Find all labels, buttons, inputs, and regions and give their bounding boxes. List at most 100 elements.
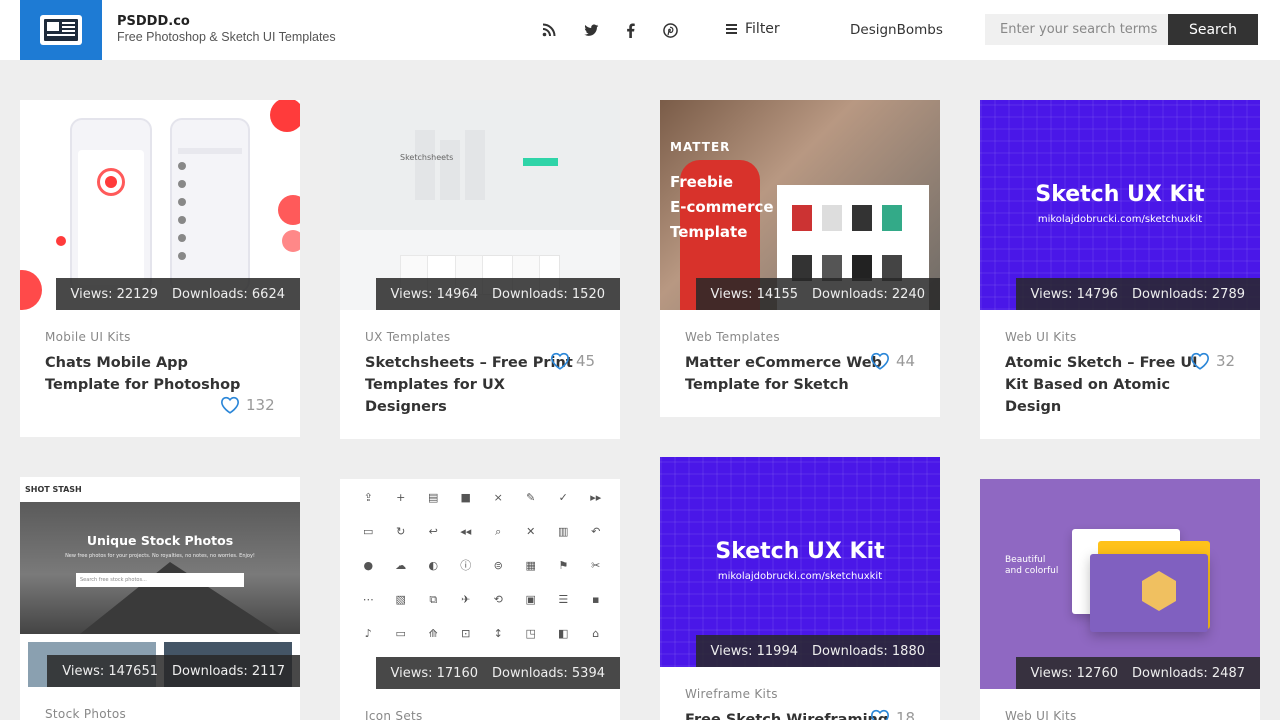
- card-thumbnail[interactable]: Sketchsheets Views: 14964 Downloads: 152…: [340, 100, 620, 310]
- card-stats: Views: 12760 Downloads: 2487: [1015, 657, 1260, 689]
- downloads-count: Downloads: 2789: [1132, 286, 1245, 302]
- card-title[interactable]: Sketchsheets – Free Print Templates for …: [365, 352, 573, 418]
- site-logo[interactable]: [20, 0, 102, 60]
- decorative-dot: [278, 195, 300, 225]
- card-category[interactable]: UX Templates: [365, 330, 450, 344]
- template-card[interactable]: Views: 22129 Downloads: 6624 Mobile UI K…: [20, 100, 300, 437]
- icon-sample: ◳: [525, 627, 536, 640]
- icon-sample: ⌂: [592, 627, 600, 640]
- card-stats: Views: 17160 Downloads: 5394: [375, 657, 620, 689]
- card-thumbnail[interactable]: Sketch UX Kit mikolajdobrucki.com/sketch…: [660, 457, 940, 667]
- card-title[interactable]: Atomic Sketch – Free UI Kit Based on Ato…: [1005, 352, 1198, 418]
- thumb-brand: SHOT STASH: [25, 485, 82, 494]
- card-title[interactable]: Chats Mobile App Template for Photoshop: [45, 352, 240, 396]
- views-count: Views: 14964: [390, 286, 479, 302]
- icon-sample: ■: [460, 491, 471, 504]
- thumb-heading: Sketchsheets: [400, 153, 454, 162]
- newspaper-icon: [40, 15, 82, 45]
- downloads-count: Downloads: 2487: [1132, 665, 1245, 681]
- icon-sample: ✈: [461, 593, 471, 606]
- card-thumbnail[interactable]: ⇪ + ▤ ■ × ✎ ✓ ▸▸ ▭ ↻ ↩ ◂◂ ⌕ ✕ ▥ ↶ ● ☁ ◐ ⓘ ⊜ ▦ ⚑ ✂ ⋯ ▧ ⧉ ✈ ⟲ ▣ ☰ ▪ ♪ ▭ ⟰ ⊡ ↕ ◳…: [340, 479, 620, 689]
- brand-title[interactable]: PSDDD.co: [117, 14, 190, 29]
- heart-icon: [1190, 352, 1210, 370]
- thumb-heading: Freebie E-commerce Template: [670, 173, 774, 241]
- downloads-count: Downloads: 6624: [172, 286, 285, 302]
- decorative-dot: [282, 230, 300, 252]
- views-count: Views: 22129: [70, 286, 159, 302]
- search-input[interactable]: [985, 14, 1168, 45]
- icon-sample: ⓘ: [460, 559, 472, 572]
- thumb-subtext: New free photos for your projects. No ro…: [65, 553, 255, 559]
- thumb-heading: Beautiful and colorful: [1005, 555, 1059, 576]
- facebook-icon[interactable]: [621, 21, 639, 39]
- card-thumbnail[interactable]: SHOT STASH Unique Stock Photos New free …: [20, 477, 300, 687]
- card-category[interactable]: Icon Sets: [365, 709, 423, 720]
- icon-sample: ×: [493, 491, 503, 504]
- menu-icon: [726, 24, 737, 34]
- card-title[interactable]: Matter eCommerce Web Template for Sketch: [685, 352, 882, 396]
- icon-sample: ✕: [526, 525, 536, 538]
- card-title[interactable]: Free Sketch Wireframing: [685, 709, 888, 720]
- icon-sample: ▭: [363, 525, 374, 538]
- card-category[interactable]: Web Templates: [685, 330, 780, 344]
- views-count: Views: 12760: [1030, 665, 1119, 681]
- site-header: PSDDD.co Free Photoshop & Sketch UI Temp…: [0, 0, 1280, 60]
- icon-sample: ▭: [395, 627, 406, 640]
- thumb-heading: Sketch UX Kit: [1035, 182, 1205, 207]
- icon-sample: ✓: [558, 491, 568, 504]
- heart-icon: [870, 709, 890, 720]
- icon-sample: +: [396, 491, 406, 504]
- icon-sample: ☁: [395, 559, 407, 572]
- icon-sample: ▸▸: [590, 491, 602, 504]
- template-card[interactable]: SHOT STASH Unique Stock Photos New free …: [20, 477, 300, 720]
- icon-sample: ⇪: [363, 491, 373, 504]
- like-button[interactable]: 18: [870, 709, 915, 720]
- designbombs-link[interactable]: DesignBombs: [850, 22, 943, 38]
- card-stats: Views: 14796 Downloads: 2789: [1015, 278, 1260, 310]
- icon-sample: ▥: [558, 525, 569, 538]
- icon-sample: ⊡: [461, 627, 471, 640]
- card-category[interactable]: Wireframe Kits: [685, 687, 778, 701]
- card-category[interactable]: Web UI Kits: [1005, 709, 1077, 720]
- template-card[interactable]: Beautiful and colorful Views: 12760 Down…: [980, 479, 1260, 720]
- template-card[interactable]: ⇪ + ▤ ■ × ✎ ✓ ▸▸ ▭ ↻ ↩ ◂◂ ⌕ ✕ ▥ ↶ ● ☁ ◐ ⓘ ⊜ ▦ ⚑ ✂ ⋯ ▧ ⧉ ✈ ⟲ ▣ ☰ ▪ ♪ ▭ ⟰ ⊡ ↕ ◳…: [340, 479, 620, 720]
- template-card[interactable]: Sketch UX Kit mikolajdobrucki.com/sketch…: [660, 457, 940, 720]
- icon-sample: ▪: [592, 593, 600, 606]
- icon-sample: ●: [363, 559, 374, 572]
- icon-sample: ↻: [396, 525, 406, 538]
- icon-sample: ⟰: [428, 627, 438, 640]
- template-card[interactable]: Sketchsheets Views: 14964 Downloads: 152…: [340, 100, 620, 439]
- downloads-count: Downloads: 5394: [492, 665, 605, 681]
- card-stats: Views: 14964 Downloads: 1520: [375, 278, 620, 310]
- thumb-search: Search free stock photos...: [76, 573, 244, 587]
- rss-icon[interactable]: [540, 21, 558, 39]
- heart-icon: [220, 396, 240, 414]
- card-category[interactable]: Mobile UI Kits: [45, 330, 131, 344]
- icon-sample: ↶: [591, 525, 601, 538]
- icon-sample: ⧉: [429, 593, 438, 606]
- like-button[interactable]: 44: [870, 352, 915, 370]
- icon-sample: ▤: [428, 491, 439, 504]
- template-card[interactable]: MATTER Freebie E-commerce Template Views…: [660, 100, 940, 417]
- card-thumbnail[interactable]: Views: 22129 Downloads: 6624: [20, 100, 300, 310]
- filter-button[interactable]: Filter: [726, 21, 780, 37]
- pinterest-icon[interactable]: [661, 21, 679, 39]
- card-stats: Views: 11994 Downloads: 1880: [695, 635, 940, 667]
- like-button[interactable]: 132: [220, 396, 275, 414]
- views-count: Views: 14796: [1030, 286, 1119, 302]
- card-thumbnail[interactable]: Sketch UX Kit mikolajdobrucki.com/sketch…: [980, 100, 1260, 310]
- like-button[interactable]: 45: [550, 352, 595, 370]
- thumb-url: mikolajdobrucki.com/sketchuxkit: [717, 571, 883, 582]
- template-card[interactable]: Sketch UX Kit mikolajdobrucki.com/sketch…: [980, 100, 1260, 439]
- like-count: 132: [246, 396, 275, 414]
- card-thumbnail[interactable]: Beautiful and colorful Views: 12760 Down…: [980, 479, 1260, 689]
- icon-sample: ⊜: [493, 559, 503, 572]
- icon-sample: ♪: [364, 627, 372, 640]
- card-thumbnail[interactable]: MATTER Freebie E-commerce Template Views…: [660, 100, 940, 310]
- like-button[interactable]: 32: [1190, 352, 1235, 370]
- card-category[interactable]: Web UI Kits: [1005, 330, 1077, 344]
- search-button[interactable]: Search: [1168, 14, 1258, 45]
- card-category[interactable]: Stock Photos: [45, 707, 126, 720]
- decorative-dot: [20, 270, 42, 310]
- twitter-icon[interactable]: [582, 21, 600, 39]
